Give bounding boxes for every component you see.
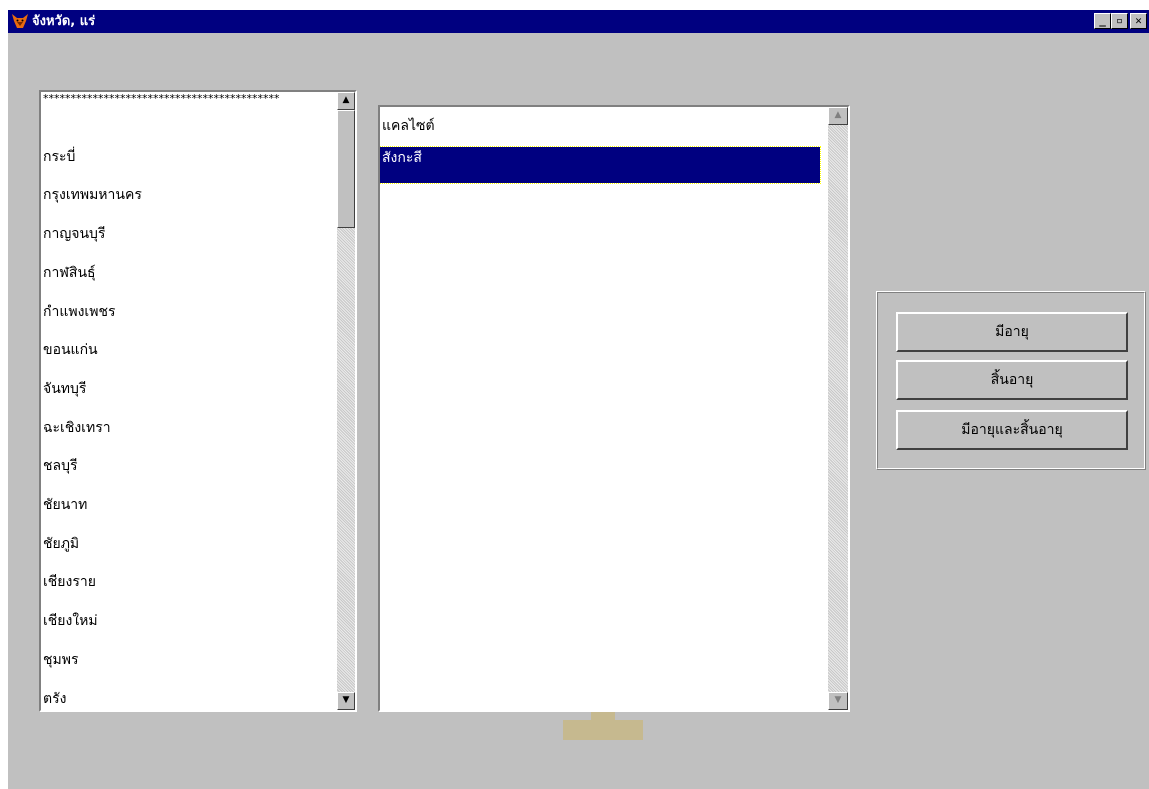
title-bar: จังหวัด, แร่ _ ▫ ✕ — [8, 10, 1149, 33]
mineral-list-item[interactable]: สังกะสี — [380, 146, 821, 184]
main-window: จังหวัด, แร่ _ ▫ ✕ *********************… — [8, 10, 1149, 789]
province-list-item[interactable]: ฉะเชิงเทรา — [41, 417, 111, 439]
province-listbox[interactable]: ****************************************… — [39, 90, 357, 712]
province-list-item[interactable]: ชุมพร — [41, 649, 78, 671]
mineral-listbox[interactable]: แคลไซต์สังกะสี ▲ ▼ — [378, 105, 850, 712]
maximize-icon: ▫ — [1116, 14, 1123, 27]
scroll-down-icon: ▼ — [342, 695, 350, 705]
province-list-item[interactable]: เชียงใหม่ — [41, 610, 98, 632]
scroll-down-icon: ▼ — [834, 695, 842, 705]
province-list-item[interactable]: ขอนแก่น — [41, 339, 98, 361]
province-list-item[interactable]: ตรัง — [41, 688, 66, 710]
active-button[interactable]: มีอายุ — [896, 312, 1128, 352]
province-list-item[interactable]: ชลบุรี — [41, 455, 78, 477]
scroll-down-button[interactable]: ▼ — [828, 692, 848, 710]
scroll-up-icon: ▲ — [834, 110, 842, 120]
scroll-up-button[interactable]: ▲ — [337, 92, 355, 110]
province-list-item[interactable]: เชียงราย — [41, 571, 96, 593]
fox-icon — [12, 14, 28, 28]
scroll-thumb[interactable] — [337, 110, 355, 228]
scroll-up-button[interactable]: ▲ — [828, 107, 848, 125]
province-list-item[interactable]: กระบี่ — [41, 146, 75, 168]
province-list-item[interactable]: กาญจนบุรี — [41, 223, 105, 245]
province-list-item[interactable]: ชัยนาท — [41, 494, 87, 516]
expired-button[interactable]: สิ้นอายุ — [896, 360, 1128, 400]
scroll-up-icon: ▲ — [342, 95, 350, 105]
province-scrollbar[interactable]: ▲ ▼ — [337, 92, 355, 710]
province-list-item[interactable]: กำแพงเพชร — [41, 301, 115, 323]
mineral-list-item[interactable]: แคลไซต์ — [380, 115, 820, 137]
status-panel: มีอายุ สิ้นอายุ มีอายุและสิ้นอายุ — [876, 291, 1146, 470]
close-button[interactable]: ✕ — [1130, 13, 1147, 29]
minimize-button[interactable]: _ — [1094, 13, 1111, 29]
minimize-icon: _ — [1099, 14, 1106, 27]
close-icon: ✕ — [1135, 14, 1142, 27]
window-title: จังหวัด, แร่ — [32, 14, 96, 29]
province-list-item[interactable]: ****************************************… — [41, 93, 329, 105]
province-list-item[interactable]: จันทบุรี — [41, 378, 86, 400]
active-and-expired-button[interactable]: มีอายุและสิ้นอายุ — [896, 410, 1128, 450]
province-list-item[interactable]: กาฬสินธุ์ — [41, 262, 96, 284]
mineral-scrollbar[interactable]: ▲ ▼ — [828, 107, 848, 710]
scroll-down-button[interactable]: ▼ — [337, 692, 355, 710]
province-list-item[interactable]: กรุงเทพมหานคร — [41, 184, 142, 206]
province-list-item[interactable]: ชัยภูมิ — [41, 533, 79, 555]
maximize-button[interactable]: ▫ — [1111, 13, 1128, 29]
